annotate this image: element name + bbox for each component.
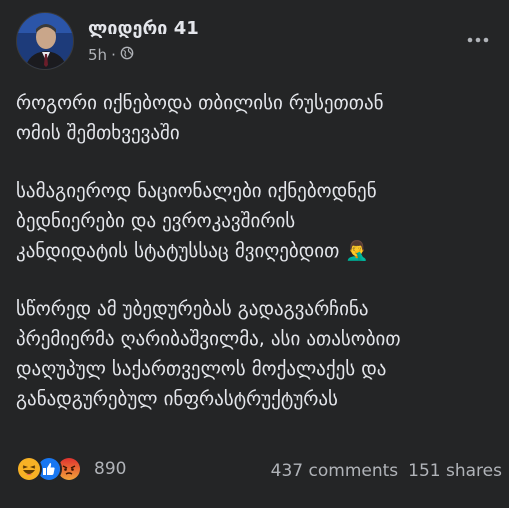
more-options-icon[interactable] (460, 22, 496, 58)
post-line: როგორი იქნებოდა თბილისი რუსეთთან (16, 92, 384, 114)
post-line-text: კანდიდატის სტატუსსაც მვიღებდით (16, 240, 340, 262)
reaction-count: 890 (94, 459, 127, 479)
post-stats: 437 comments 151 shares (271, 461, 502, 481)
post-time[interactable]: 5h (88, 46, 107, 64)
post-paragraph: სწორედ ამ უბედურებას გადაგვარჩინა პრემიე… (16, 294, 496, 414)
avatar[interactable] (16, 12, 74, 70)
shares-count-link[interactable]: 151 shares (408, 461, 502, 481)
post-line: კანდიდატის სტატუსსაც მვიღებდით 🤦‍♂️ (16, 236, 496, 266)
post-line: სწორედ ამ უბედურებას გადაგვარჩინა (16, 298, 369, 320)
post-line: პრემიერმა ღარიბაშვილმა, ასი ათასობით (16, 328, 401, 350)
post-paragraph: სამაგიეროდ ნაციონალები იქნებოდნენ ბედნიე… (16, 176, 496, 266)
post-footer: 890 437 comments 151 shares (16, 456, 502, 488)
post-line: ბედნიერები და ევროკავშირის (16, 210, 296, 232)
post-body: როგორი იქნებოდა თბილისი რუსეთთან ომის შე… (16, 88, 496, 442)
meta-separator: · (111, 46, 116, 64)
post-header: ლიდერი 41 5h · (16, 12, 496, 70)
facepalm-emoji: 🤦‍♂️ (345, 240, 370, 262)
comments-count-link[interactable]: 437 comments (271, 461, 398, 481)
post-line: დაღუპულ საქართველოს მოქალაქეს და (16, 358, 387, 380)
reactions-summary[interactable]: 890 (16, 456, 126, 482)
haha-reaction-icon (16, 456, 42, 482)
author-name[interactable]: ლიდერი 41 (88, 18, 199, 39)
post-line: სამაგიეროდ ნაციონალები იქნებოდნენ (16, 180, 377, 202)
post-line: განადგურებულ ინფრასტრუქტურას (16, 388, 338, 410)
globe-icon[interactable] (120, 46, 134, 64)
post-meta: 5h · (88, 46, 134, 64)
post-paragraph: როგორი იქნებოდა თბილისი რუსეთთან ომის შე… (16, 88, 496, 148)
post-line: ომის შემთხვევაში (16, 122, 180, 144)
